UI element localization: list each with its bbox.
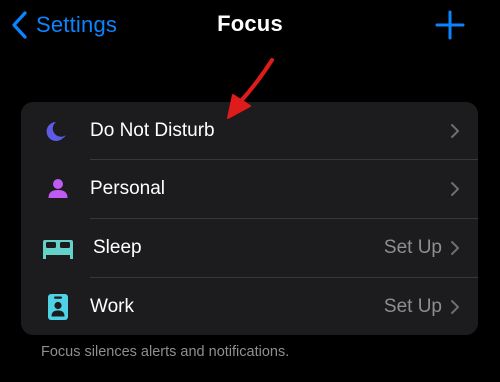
add-focus-button[interactable] — [434, 9, 466, 41]
navigation-bar: Settings Focus — [0, 0, 500, 52]
chevron-right-icon — [451, 241, 459, 255]
moon-icon — [41, 114, 75, 148]
chevron-right-icon — [451, 182, 459, 196]
focus-item-label: Do Not Disturb — [90, 120, 215, 141]
focus-list: Do Not Disturb Personal Sleep Set Up Wor… — [21, 102, 478, 335]
focus-description: Focus silences alerts and notifications. — [41, 344, 290, 360]
focus-item-personal[interactable]: Personal — [21, 160, 478, 218]
bed-icon — [41, 231, 75, 265]
focus-item-detail: Set Up — [383, 296, 442, 317]
id-badge-icon — [41, 290, 75, 324]
focus-item-work[interactable]: Work Set Up — [21, 278, 478, 335]
focus-item-sleep[interactable]: Sleep Set Up — [21, 219, 478, 277]
plus-icon — [435, 10, 465, 40]
person-icon — [41, 172, 75, 206]
page-title: Focus — [217, 11, 283, 36]
focus-item-detail: Set Up — [383, 237, 442, 258]
chevron-right-icon — [451, 300, 459, 314]
focus-item-do-not-disturb[interactable]: Do Not Disturb — [21, 102, 478, 160]
focus-item-label: Work — [90, 296, 134, 317]
chevron-right-icon — [451, 124, 459, 138]
focus-item-label: Personal — [90, 178, 165, 199]
focus-item-label: Sleep — [93, 237, 142, 258]
